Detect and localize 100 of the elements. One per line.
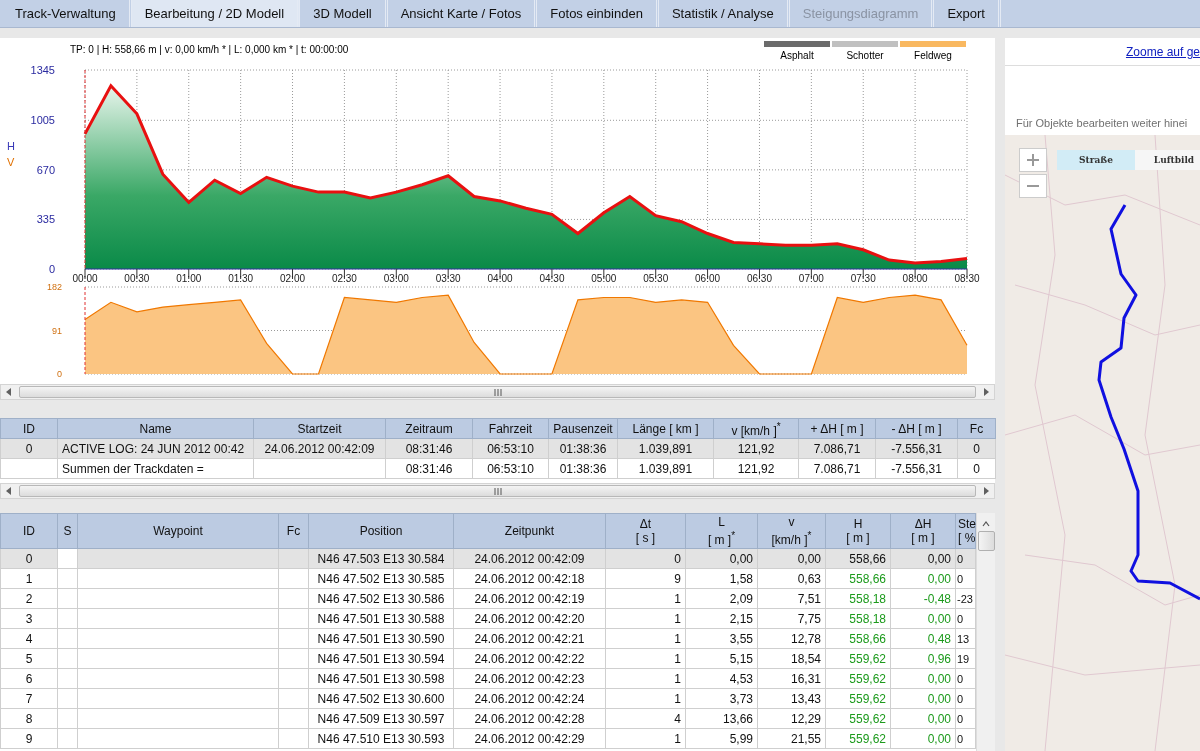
column-header[interactable]: ID	[0, 418, 58, 439]
map-type-button[interactable]: Luftbild	[1135, 150, 1200, 170]
table-row[interactable]: 7 N46 47.502 E13 30.600 24.06.2012 00:42:24 1 3,73 13,43 559,62 0,00 0	[0, 688, 976, 709]
table-cell: N46 47.501 E13 30.588	[308, 608, 454, 629]
table-cell: 24.06.2012 00:42:22	[453, 648, 606, 669]
y-axis-label: 91	[52, 325, 62, 336]
tab[interactable]: Fotos einbinden	[537, 0, 659, 27]
x-axis-label: 03:30	[435, 273, 461, 284]
column-header[interactable]: Ste [ %	[955, 513, 976, 549]
table-cell: 2,09	[685, 588, 758, 609]
table-cell: 0,63	[757, 568, 826, 589]
column-header[interactable]: Zeitpunkt	[453, 513, 606, 549]
table-cell: 1	[605, 588, 686, 609]
table-row[interactable]: 9 N46 47.510 E13 30.593 24.06.2012 00:42:29 1 5,99 21,55 559,62 0,00 0	[0, 728, 976, 749]
table-cell: 0	[0, 438, 58, 459]
table-cell: 18,54	[757, 648, 826, 669]
column-header[interactable]: Startzeit	[253, 418, 386, 439]
tab[interactable]: Statistik / Analyse	[658, 0, 790, 27]
column-header[interactable]: Δt [ s ]	[605, 513, 686, 549]
table-cell: 559,62	[825, 708, 891, 729]
tab[interactable]: 3D Modell	[300, 0, 388, 27]
table-cell: 0,00	[890, 548, 956, 569]
x-axis-label: 06:30	[746, 273, 772, 284]
table-cell: N46 47.510 E13 30.593	[308, 728, 454, 749]
x-axis-label: 04:00	[487, 273, 513, 284]
map-placeholder[interactable]: Straße Luftbild	[1005, 135, 1200, 751]
table-row[interactable]: 8 N46 47.509 E13 30.597 24.06.2012 00:42:28 4 13,66 12,29 559,62 0,00 0	[0, 708, 976, 729]
table-cell: 558,66	[825, 628, 891, 649]
table-row[interactable]: 6 N46 47.501 E13 30.598 24.06.2012 00:42:23 1 4,53 16,31 559,62 0,00 0	[0, 668, 976, 689]
x-axis-label: 02:00	[280, 273, 306, 284]
table-row[interactable]: 5 N46 47.501 E13 30.594 24.06.2012 00:42:22 1 5,15 18,54 559,62 0,96 19	[0, 648, 976, 669]
table-cell: 0,00	[890, 708, 956, 729]
table-cell: 24.06.2012 00:42:29	[453, 728, 606, 749]
table-cell: 9	[605, 568, 686, 589]
table-row[interactable]: 3 N46 47.501 E13 30.588 24.06.2012 00:42:20 1 2,15 7,75 558,18 0,00 0	[0, 608, 976, 629]
table-cell: 24.06.2012 00:42:20	[453, 608, 606, 629]
column-header[interactable]: Fc	[957, 418, 996, 439]
column-header[interactable]: Länge [ km ]	[617, 418, 714, 439]
x-axis-label: 06:00	[695, 273, 721, 284]
column-header[interactable]: Fc	[278, 513, 309, 549]
column-header[interactable]: Fahrzeit	[472, 418, 549, 439]
table-row[interactable]: Summen der Trackdaten = 08:31:46 06:53:10 01:38:36 1.039,891 121,92 7.086,71 -7.556,31 0	[0, 458, 996, 479]
table-row[interactable]: 0 N46 47.503 E13 30.584 24.06.2012 00:42:09 0 0,00 0,00 558,66 0,00 0	[0, 548, 976, 569]
table-row[interactable]: 1 N46 47.502 E13 30.585 24.06.2012 00:42:18 9 1,58 0,63 558,66 0,00 0	[0, 568, 976, 589]
table-cell: 1.039,891	[617, 438, 714, 459]
table-cell: -7.556,31	[875, 458, 958, 479]
table-cell: 1,58	[685, 568, 758, 589]
table-cell: 7,51	[757, 588, 826, 609]
tab[interactable]: Ansicht Karte / Fotos	[387, 0, 538, 27]
table-cell: N46 47.502 E13 30.585	[308, 568, 454, 589]
column-header[interactable]: + ΔH [ m ]	[798, 418, 876, 439]
table-cell: 06:53:10	[472, 458, 549, 479]
column-header[interactable]: - ΔH [ m ]	[875, 418, 958, 439]
column-header[interactable]: ID	[0, 513, 58, 549]
y-axis-label: 670	[36, 163, 55, 176]
column-header[interactable]: L [ m ]$^{*}$	[685, 513, 758, 549]
column-header[interactable]: v [km/h ]$^{*}$	[713, 418, 799, 439]
zoom-link[interactable]: Zoome auf ge	[1125, 44, 1200, 59]
table-cell: 24.06.2012 00:42:21	[453, 628, 606, 649]
column-header[interactable]: Pausenzeit	[548, 418, 618, 439]
table-cell: 0,00	[757, 548, 826, 569]
column-header[interactable]: Position	[308, 513, 454, 549]
tab[interactable]: Export	[934, 0, 1001, 27]
x-axis-label: 08:30	[954, 273, 980, 284]
table-row[interactable]: 2 N46 47.502 E13 30.586 24.06.2012 00:42:19 1 2,09 7,51 558,18 -0,48 -23	[0, 588, 976, 609]
tab[interactable]: Bearbeitung / 2D Modell	[131, 0, 301, 27]
table-cell: 01:38:36	[548, 438, 618, 459]
column-header[interactable]: ΔH [ m ]	[890, 513, 956, 549]
table-cell: -0,48	[890, 588, 956, 609]
table-cell: 558,66	[825, 568, 891, 589]
table-cell: 0	[955, 688, 976, 709]
column-header[interactable]: S	[57, 513, 78, 549]
table-cell: -23	[955, 588, 976, 609]
table-cell: 08:31:46	[385, 438, 473, 459]
column-header[interactable]: v [km/h ]$^{*}$	[757, 513, 826, 549]
column-header[interactable]: H [ m ]	[825, 513, 891, 549]
x-axis-label: 01:30	[228, 273, 254, 284]
table-cell: 559,62	[825, 648, 891, 669]
table-cell: 1.039,891	[617, 458, 714, 479]
table-cell: 9	[0, 728, 58, 749]
map-type-button[interactable]: Straße	[1057, 150, 1135, 170]
track-point-info: TP: 0 | H: 558,66 m | v: 0,00 km/h * | L: 0,000 km * | t: 00:00:00	[70, 44, 349, 57]
table-cell: ACTIVE LOG: 24 JUN 2012 00:42	[57, 438, 254, 459]
table-cell: 24.06.2012 00:42:28	[453, 708, 606, 729]
table-cell: 01:38:36	[548, 458, 618, 479]
map-hint: Für Objekte bearbeiten weiter hinei	[1016, 117, 1188, 129]
table-row[interactable]: 0 ACTIVE LOG: 24 JUN 2012 00:42 24.06.2012 00:42:09 08:31:46 06:53:10 01:38:36 1.039,891 121,92 7.086,71 -7.556,31 0	[0, 438, 996, 459]
column-header[interactable]: Zeitraum	[385, 418, 473, 439]
table-cell: 24.06.2012 00:42:24	[453, 688, 606, 709]
axis-letter: V	[7, 156, 15, 168]
table-cell: 0	[955, 708, 976, 729]
table-cell: 24.06.2012 00:42:19	[453, 588, 606, 609]
column-header[interactable]: Name	[57, 418, 254, 439]
x-axis-label: 07:30	[850, 273, 876, 284]
table-cell: 5	[0, 648, 58, 669]
x-axis-label: 00:00	[72, 273, 98, 284]
table-cell: 3	[0, 608, 58, 629]
column-header[interactable]: Waypoint	[77, 513, 279, 549]
table-cell: 1	[605, 728, 686, 749]
table-row[interactable]: 4 N46 47.501 E13 30.590 24.06.2012 00:42:21 1 3,55 12,78 558,66 0,48 13	[0, 628, 976, 649]
